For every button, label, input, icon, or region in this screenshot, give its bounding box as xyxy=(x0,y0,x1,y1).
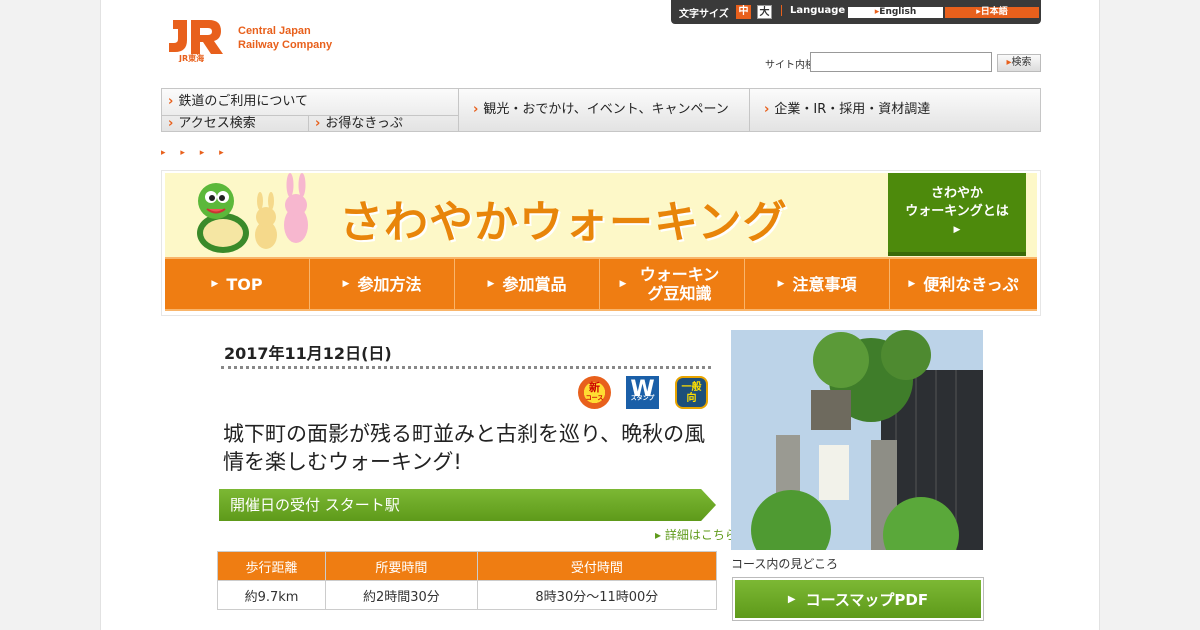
search-button-label: 検索 xyxy=(1011,57,1032,68)
w-stamp-badge: W スタンプ xyxy=(626,376,659,409)
dotted-divider xyxy=(221,366,711,369)
tab-prizes[interactable]: ▶ 参加賞品 xyxy=(455,259,600,309)
company-name: Central Japan Railway Company xyxy=(238,24,332,52)
walking-tabs: ▶ TOP ▶ 参加方法 ▶ 参加賞品 ▶ ウォーキング豆知識 ▶ 注意事項 ▶ 便利なきっ… xyxy=(165,257,1037,311)
global-nav: › 鉄道のご利用について › アクセス検索 › お得なきっぷ › 観光・おでかけ、イベン… xyxy=(161,88,1041,132)
lang-english-label: English xyxy=(879,7,917,17)
play-arrow-icon: ▶ xyxy=(908,278,916,289)
about-walking-button[interactable]: さわやか ウォーキングとは ▶ xyxy=(888,173,1026,252)
chevron-right-icon: › xyxy=(168,116,174,131)
text-size-large-button[interactable]: 大 xyxy=(757,5,772,19)
tab-useful-tickets[interactable]: ▶ 便利なきっぷ xyxy=(890,259,1037,309)
w-badge-sub: スタンプ xyxy=(630,394,655,402)
new-badge-top: 新 xyxy=(588,380,600,394)
pdf-button-label: コースマップPDF xyxy=(805,590,929,609)
play-arrow-icon: ▶ xyxy=(777,278,785,289)
tab-how-to-join[interactable]: ▶ 参加方法 xyxy=(310,259,455,309)
nav-sightseeing-label: 観光・おでかけ、イベント、キャンペーン xyxy=(483,102,729,117)
event-date: 2017年11月12日(日) xyxy=(224,344,392,363)
text-size-medium-button[interactable]: 中 xyxy=(736,5,751,19)
photo-caption: コース内の見どころ xyxy=(731,557,839,571)
about-walking-line2: ウォーキングとは xyxy=(905,204,1009,219)
search-input[interactable] xyxy=(810,52,992,72)
w-badge-letter: W xyxy=(630,376,655,402)
breadcrumb[interactable]: ▸ ▸ ▸ ▸ xyxy=(161,148,230,158)
nav-discount-ticket[interactable]: › お得なきっぷ xyxy=(309,116,458,131)
nav-corporate[interactable]: › 企業・IR・採用・資材調達 xyxy=(750,89,1040,131)
header-reception: 受付時間 xyxy=(476,551,718,581)
new-badge-bottom: コース xyxy=(585,394,604,402)
chevron-right-icon: › xyxy=(168,94,174,109)
tab-label: 便利なきっぷ xyxy=(923,274,1019,294)
tab-label: 参加方法 xyxy=(357,274,422,294)
value-reception: 8時30分～11時00分 xyxy=(476,580,718,610)
tab-label: 参加賞品 xyxy=(502,274,567,294)
tab-notes[interactable]: ▶ 注意事項 xyxy=(745,259,890,309)
lang-japanese-button[interactable]: ▸日本語 xyxy=(945,7,1039,18)
company-name-line1: Central Japan xyxy=(238,25,311,37)
value-duration: 約2時間30分 xyxy=(325,580,478,610)
chevron-right-icon: › xyxy=(764,102,770,117)
play-arrow-icon: ▶ xyxy=(953,225,961,235)
mascot-illustration xyxy=(197,173,308,253)
general-badge: 一般向 xyxy=(675,376,708,409)
nav-rail-use[interactable]: › 鉄道のご利用について xyxy=(162,89,458,116)
tab-label: 注意事項 xyxy=(792,274,857,294)
play-arrow-icon: ▶ xyxy=(787,593,796,605)
play-arrow-icon: ▸ xyxy=(655,528,665,542)
tab-top[interactable]: ▶ TOP xyxy=(165,259,310,309)
play-arrow-icon: ▶ xyxy=(342,278,350,289)
nav-discount-ticket-label: お得なきっぷ xyxy=(325,116,403,131)
logo-sub: JR東海 xyxy=(178,53,204,62)
language-label: Language xyxy=(781,5,845,16)
table-header-row: 歩行距離 所要時間 受付時間 xyxy=(216,551,718,581)
course-title: 城下町の面影が残る町並みと古刹を巡り、晩秋の風情を楽しむウォーキング! xyxy=(223,422,706,474)
new-course-badge: 新 コース xyxy=(578,376,611,409)
play-arrow-icon: ▶ xyxy=(619,278,627,289)
nav-corporate-label: 企業・IR・採用・資材調達 xyxy=(774,102,931,117)
value-distance: 約9.7km xyxy=(216,580,327,610)
page: JR東海 Central Japan Railway Company 文字サイズ… xyxy=(100,0,1100,630)
nav-access-search-label: アクセス検索 xyxy=(178,116,256,131)
course-photo xyxy=(731,330,983,550)
header-duration: 所要時間 xyxy=(325,551,478,581)
header-distance: 歩行距離 xyxy=(216,551,327,581)
lang-japanese-label: 日本語 xyxy=(980,7,1008,17)
banner-title: さわやかウォーキング xyxy=(339,197,788,248)
about-button-shadow xyxy=(888,252,1026,256)
course-info-table: 歩行距離 所要時間 受付時間 約9.7km 約2時間30分 8時30分～11時0… xyxy=(216,551,718,610)
section-heading: 開催日の受付 スタート駅 xyxy=(219,489,716,521)
play-arrow-icon: ▶ xyxy=(211,278,219,289)
jr-logo[interactable]: JR東海 xyxy=(165,16,229,62)
utility-bar: 文字サイズ 中 大 Language ▸English ▸日本語 xyxy=(671,0,1041,24)
company-name-line2: Railway Company xyxy=(238,39,333,51)
table-row: 約9.7km 約2時間30分 8時30分～11時00分 xyxy=(216,580,718,610)
lang-english-button[interactable]: ▸English xyxy=(848,7,943,18)
detail-link[interactable]: ▸ 詳細はこちら xyxy=(655,526,737,543)
nav-sightseeing[interactable]: › 観光・おでかけ、イベント、キャンペーン xyxy=(458,89,750,131)
course-map-pdf-button[interactable]: ▶ コースマップPDF xyxy=(732,577,984,621)
tab-label: ウォーキング豆知識 xyxy=(639,265,720,303)
about-walking-line1: さわやか xyxy=(930,186,983,201)
text-size-label: 文字サイズ xyxy=(679,9,729,20)
detail-link-label: 詳細はこちら xyxy=(664,528,737,542)
nav-rail-use-label: 鉄道のご利用について xyxy=(178,94,308,109)
tab-label: TOP xyxy=(226,274,263,294)
chevron-right-icon: › xyxy=(473,102,479,117)
chevron-right-icon: › xyxy=(315,116,321,131)
tab-walking-tips[interactable]: ▶ ウォーキング豆知識 xyxy=(600,259,745,309)
nav-access-search[interactable]: › アクセス検索 xyxy=(162,116,309,131)
play-arrow-icon: ▶ xyxy=(487,278,495,289)
search-button[interactable]: ▸検索 xyxy=(997,54,1041,72)
